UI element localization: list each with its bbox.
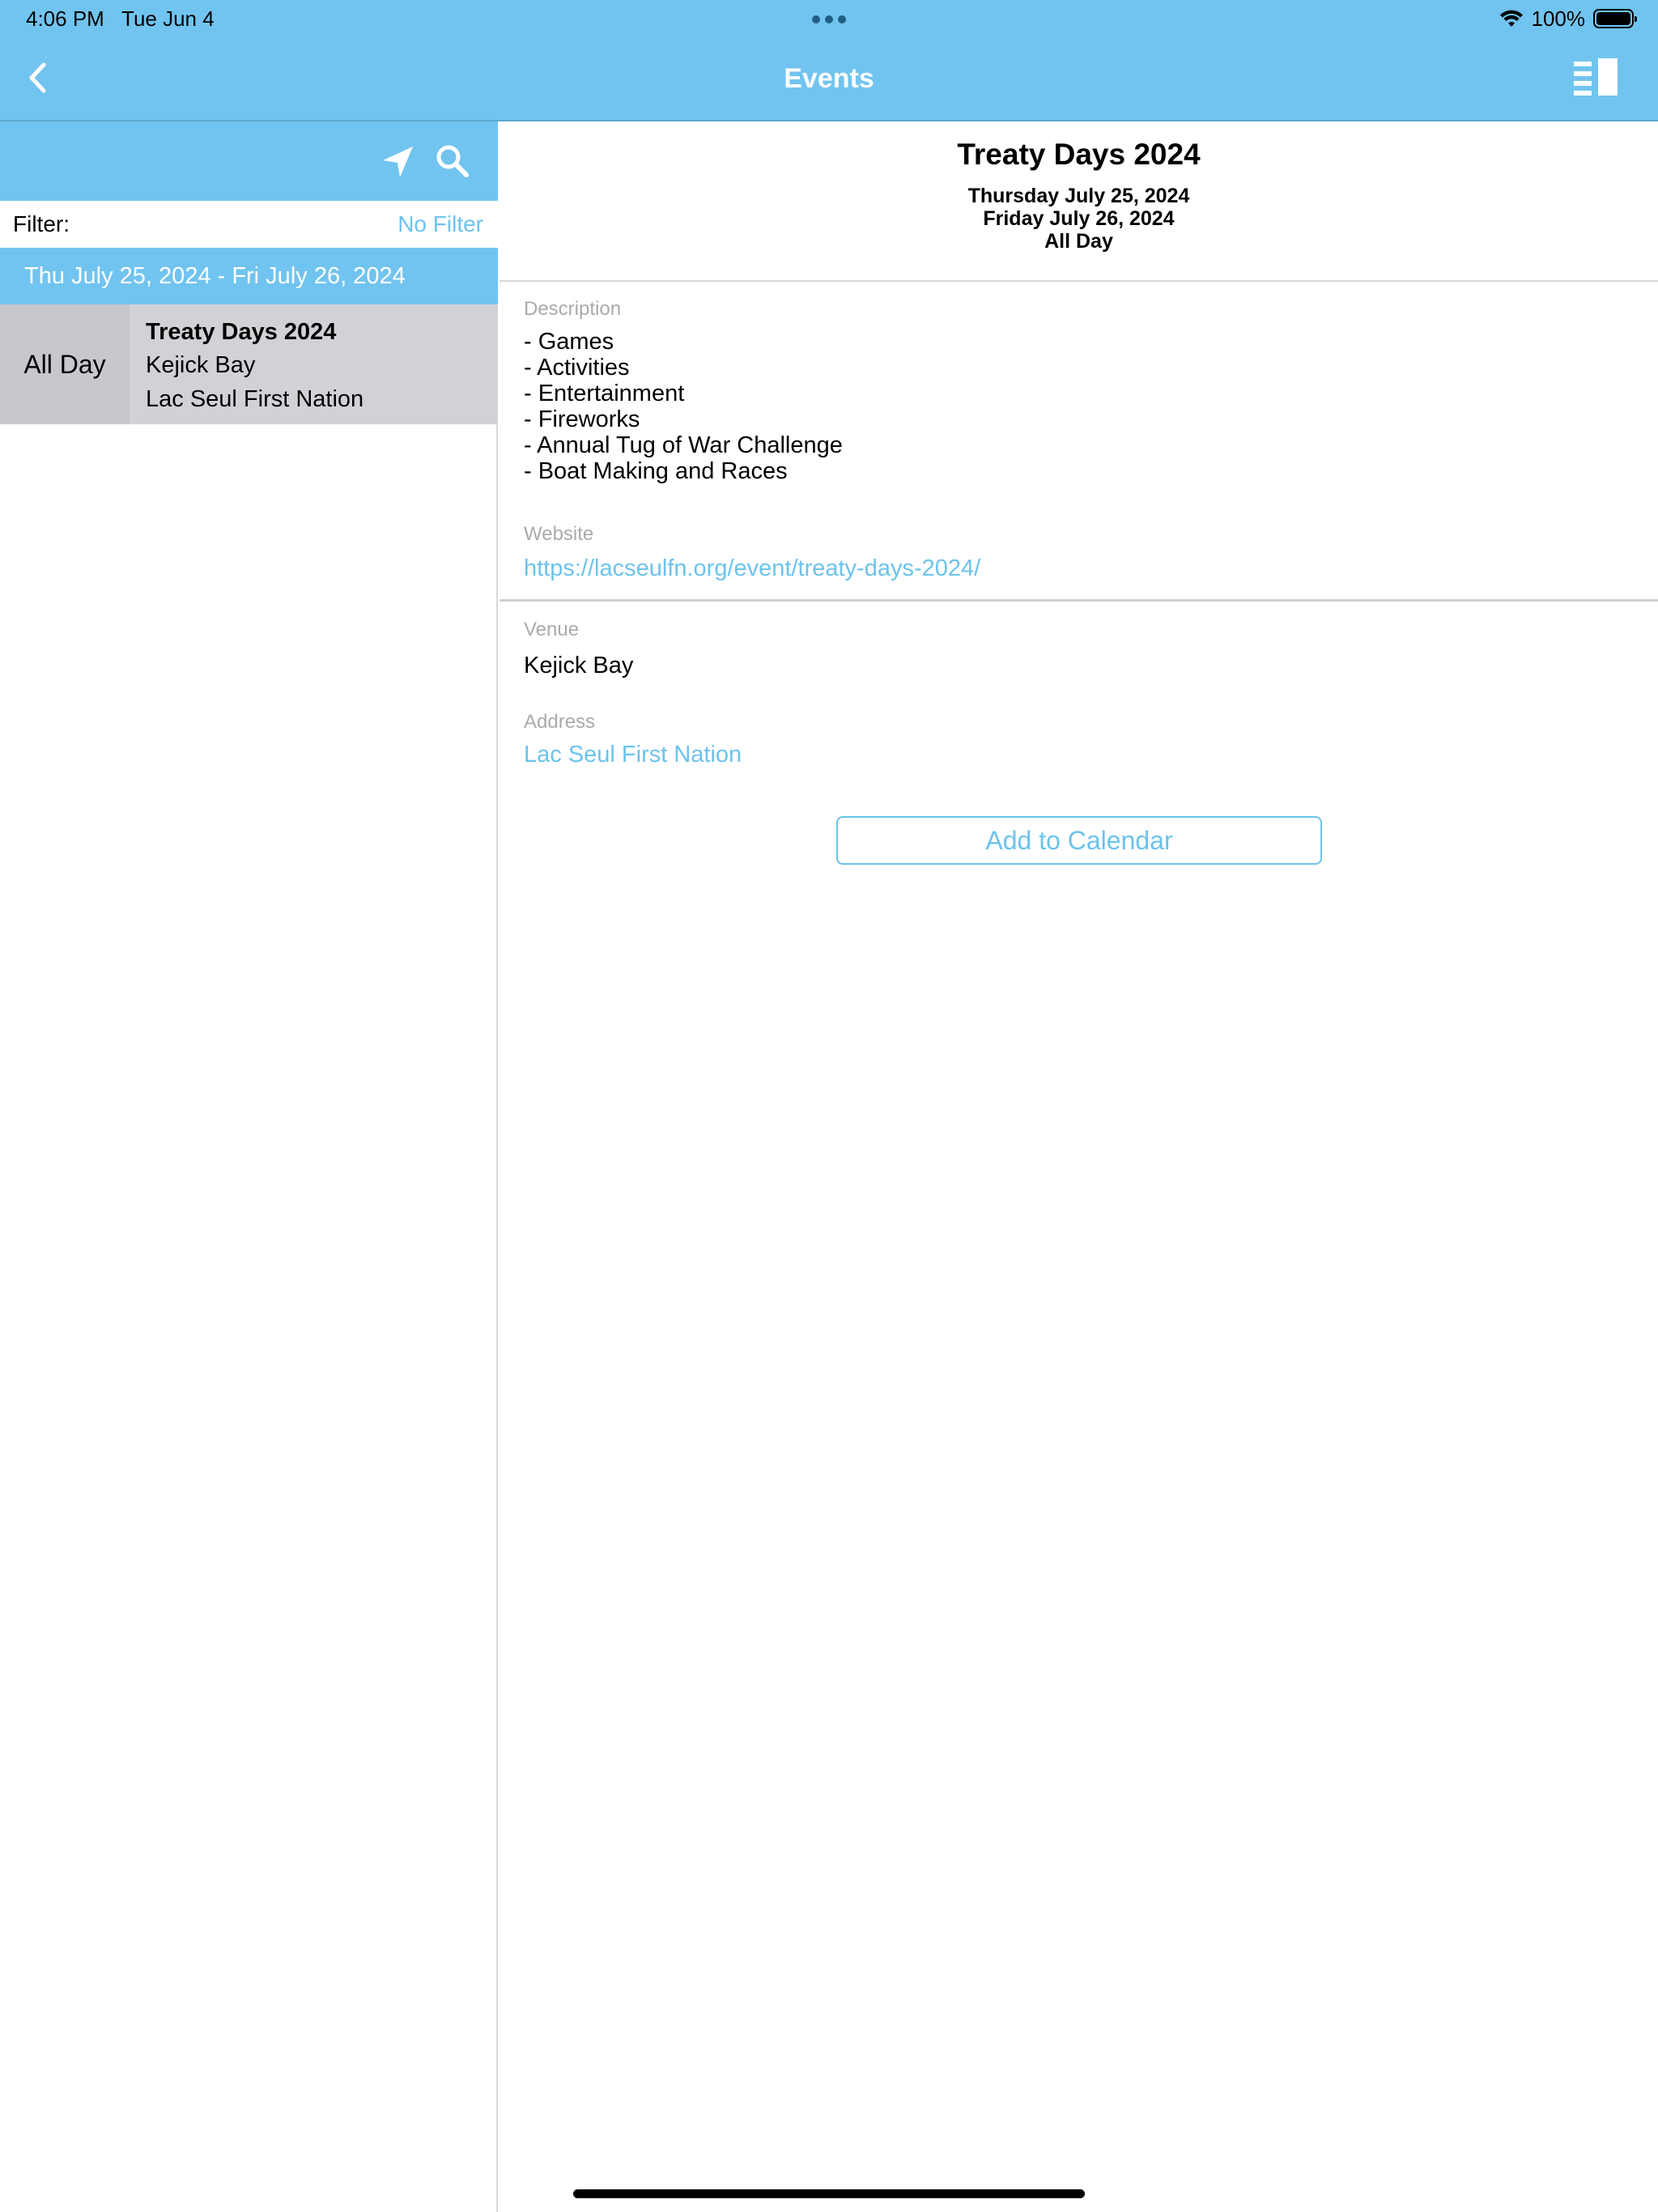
search-icon: [436, 145, 469, 177]
event-detail-panel: Treaty Days 2024 Thursday July 25, 2024 …: [500, 121, 1658, 2212]
description-line: - Fireworks: [524, 406, 640, 432]
date-range-header: Thu July 25, 2024 - Fri July 26, 2024: [0, 248, 498, 304]
detail-dates: Thursday July 25, 2024 Friday July 26, 2…: [500, 185, 1658, 253]
description-label: Description: [524, 298, 622, 320]
event-address: Lac Seul First Nation: [146, 386, 364, 412]
description-line: - Activities: [524, 355, 630, 381]
detail-title: Treaty Days 2024: [957, 138, 1201, 171]
list-toolbar: [0, 121, 498, 201]
description-line: - Annual Tug of War Challenge: [524, 432, 843, 458]
event-time: All Day: [0, 304, 130, 424]
location-arrow-icon: [383, 147, 413, 177]
description-text: - Games - Activities - Entertainment - F…: [524, 329, 843, 484]
page-title: Events: [784, 62, 874, 94]
description-line: - Boat Making and Races: [524, 458, 788, 484]
home-indicator[interactable]: [573, 2189, 1085, 2198]
event-info: Treaty Days 2024 Kejick Bay Lac Seul Fir…: [130, 304, 363, 424]
filter-label: Filter:: [13, 211, 70, 236]
status-bar: 4:06 PM Tue Jun 4 100%: [0, 0, 1658, 37]
detail-date-start: Thursday July 25, 2024: [967, 185, 1190, 207]
description-line: - Entertainment: [524, 381, 685, 406]
detail-time: All Day: [1044, 230, 1113, 253]
wifi-icon: [1499, 10, 1523, 27]
event-name: Treaty Days 2024: [146, 319, 337, 345]
event-list-panel: Filter: No Filter Thu July 25, 2024 - Fr…: [0, 121, 498, 2212]
event-venue: Kejick Bay: [146, 352, 256, 378]
description-line: - Games: [524, 329, 614, 355]
venue-value: Kejick Bay: [524, 653, 634, 678]
detail-date-end: Friday July 26, 2024: [983, 207, 1175, 230]
app-screen: 4:06 PM Tue Jun 4 100% Events Filter: No…: [0, 0, 1658, 2212]
status-clock: 4:06 PM: [26, 6, 104, 31]
location-button[interactable]: [380, 144, 416, 180]
search-button[interactable]: [434, 143, 471, 180]
status-right: 100%: [1499, 5, 1637, 32]
battery-percent: 100%: [1531, 6, 1586, 31]
website-label: Website: [524, 523, 594, 545]
multitask-dots-icon[interactable]: [812, 15, 846, 23]
status-date: Tue Jun 4: [121, 6, 215, 31]
sidebar-toggle-button[interactable]: [1574, 58, 1619, 96]
sidebar-toggle-icon: [1574, 58, 1618, 96]
navigation-bar: Events: [0, 37, 1658, 120]
address-link[interactable]: Lac Seul First Nation: [524, 742, 742, 768]
add-to-calendar-button[interactable]: Add to Calendar: [836, 816, 1322, 865]
list-item[interactable]: All Day Treaty Days 2024 Kejick Bay Lac …: [0, 304, 498, 424]
battery-icon: [1593, 9, 1637, 28]
venue-label: Venue: [524, 619, 580, 640]
address-label: Address: [524, 711, 596, 733]
filter-row[interactable]: Filter: No Filter: [0, 201, 498, 248]
header-divider: [500, 280, 1658, 282]
section-divider: [500, 599, 1658, 602]
website-link[interactable]: https://lacseulfn.org/event/treaty-days-…: [524, 555, 980, 582]
filter-value[interactable]: No Filter: [397, 211, 483, 237]
status-time: 4:06 PM Tue Jun 4: [26, 6, 215, 32]
detail-header: Treaty Days 2024 Thursday July 25, 2024 …: [500, 121, 1658, 280]
